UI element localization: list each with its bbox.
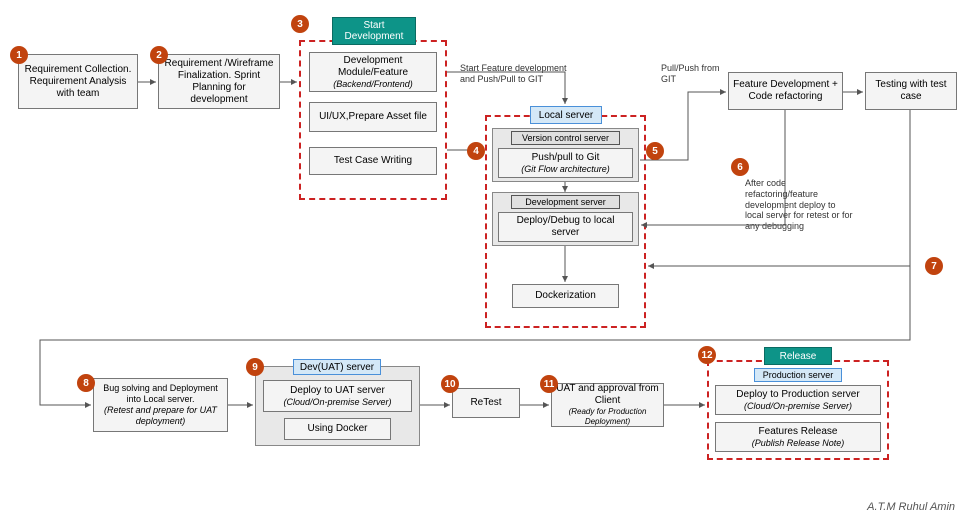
- box-bug-solve: Bug solving and Deployment into Local se…: [93, 378, 228, 432]
- header-start-dev: Start Development: [332, 17, 416, 45]
- box-test-case: Test Case Writing: [309, 147, 437, 175]
- badge-8: 8: [77, 374, 95, 392]
- badge-7: 7: [925, 257, 943, 275]
- dev-module-sub: (Backend/Frontend): [333, 79, 413, 90]
- badge-6: 6: [731, 158, 749, 176]
- note-after-refactor: After code refactoring/feature developme…: [745, 178, 855, 232]
- deploy-prod-text: Deploy to Production server: [736, 389, 859, 401]
- box-retest: ReTest: [452, 388, 520, 418]
- box-push-pull: Push/pull to Git (Git Flow architecture): [498, 148, 633, 178]
- box-feat-dev: Feature Development + Code refactoring: [728, 72, 843, 110]
- bug-solve-text: Bug solving and Deployment into Local se…: [98, 383, 223, 405]
- feat-release-text: Features Release: [759, 426, 838, 438]
- deploy-uat-text: Deploy to UAT server: [290, 385, 385, 397]
- deploy-prod-sub: (Cloud/On-premise Server): [744, 401, 852, 412]
- header-local-server: Local server: [530, 106, 602, 124]
- box-req-collection: Requirement Collection. Requirement Anal…: [18, 54, 138, 109]
- box-dockerization: Dockerization: [512, 284, 619, 308]
- feat-release-sub: (Publish Release Note): [752, 438, 845, 449]
- push-pull-text: Push/pull to Git: [532, 152, 600, 164]
- box-uat-approval: UAT and approval from Client (Ready for …: [551, 383, 664, 427]
- header-uat: Dev(UAT) server: [293, 359, 381, 375]
- dev-module-text: Development Module/Feature: [314, 55, 432, 79]
- header-prod: Production server: [754, 368, 842, 382]
- header-release: Release: [764, 347, 832, 365]
- badge-9: 9: [246, 358, 264, 376]
- push-pull-sub: (Git Flow architecture): [521, 164, 610, 175]
- badge-10: 10: [441, 375, 459, 393]
- credit-text: A.T.M Ruhul Amin: [867, 501, 955, 513]
- badge-3: 3: [291, 15, 309, 33]
- uat-approval-text: UAT and approval from Client: [556, 383, 659, 407]
- header-vcs: Version control server: [511, 131, 620, 145]
- note-start-feature: Start Feature development and Push/Pull …: [460, 63, 575, 85]
- box-dev-module: Development Module/Feature (Backend/Fron…: [309, 52, 437, 92]
- badge-12: 12: [698, 346, 716, 364]
- badge-11: 11: [540, 375, 558, 393]
- box-deploy-local: Deploy/Debug to local server: [498, 212, 633, 242]
- deploy-uat-sub: (Cloud/On-premise Server): [283, 397, 391, 408]
- badge-4: 4: [467, 142, 485, 160]
- box-using-docker: Using Docker: [284, 418, 391, 440]
- bug-solve-sub: (Retest and prepare for UAT deployment): [98, 405, 223, 427]
- box-req-wireframe: Requirement /Wireframe Finalization. Spr…: [158, 54, 280, 109]
- badge-1: 1: [10, 46, 28, 64]
- badge-5: 5: [646, 142, 664, 160]
- box-testing: Testing with test case: [865, 72, 957, 110]
- uat-approval-sub: (Ready for Production Deployment): [556, 407, 659, 426]
- note-pull-push: Pull/Push from GIT: [661, 63, 721, 85]
- box-deploy-uat: Deploy to UAT server (Cloud/On-premise S…: [263, 380, 412, 412]
- badge-2: 2: [150, 46, 168, 64]
- box-uiux: UI/UX,Prepare Asset file: [309, 102, 437, 132]
- header-dev-server: Development server: [511, 195, 620, 209]
- box-deploy-prod: Deploy to Production server (Cloud/On-pr…: [715, 385, 881, 415]
- box-feat-release: Features Release (Publish Release Note): [715, 422, 881, 452]
